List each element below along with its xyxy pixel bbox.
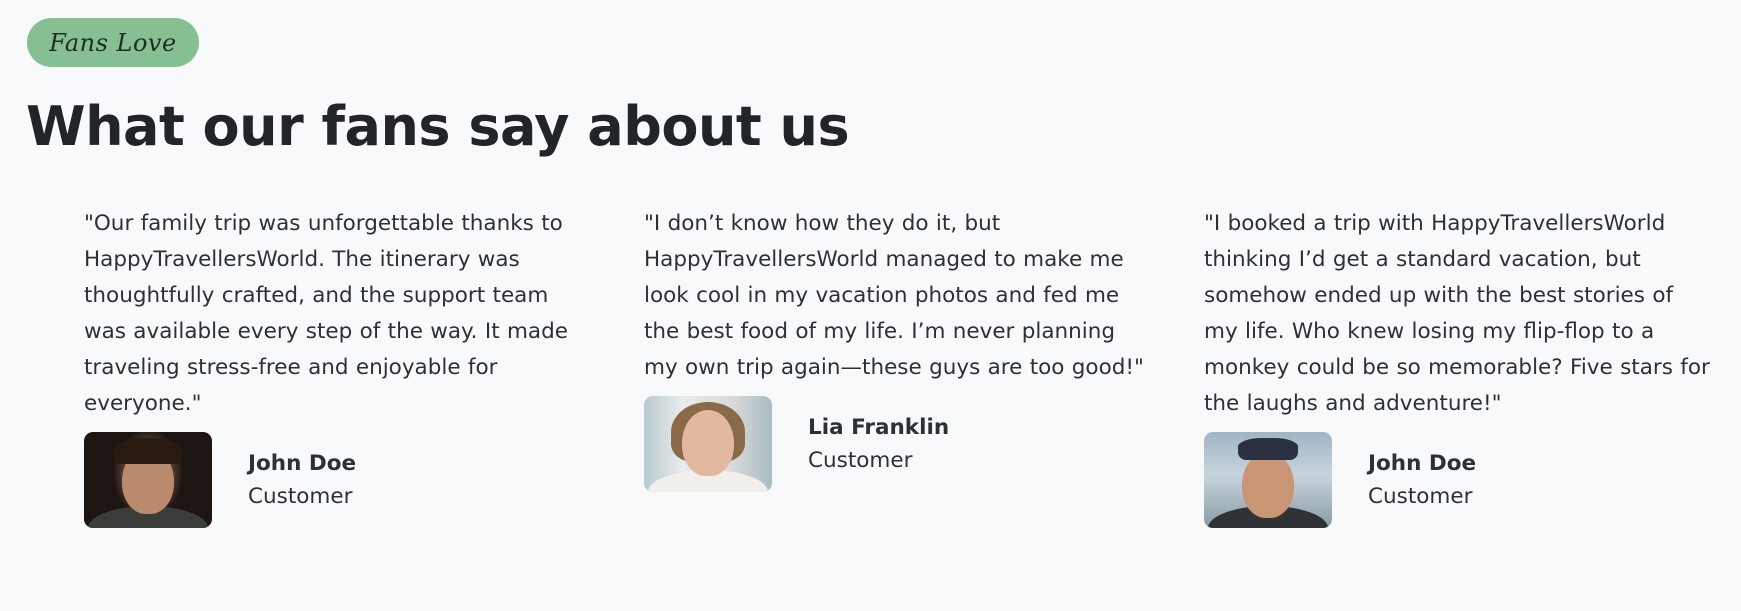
avatar [1204,432,1332,528]
testimonial-quote: "Our family trip was unforgettable thank… [84,211,568,416]
author-role: Customer [248,484,353,509]
section-heading: What our fans say about us [26,95,850,158]
author-info: John Doe Customer [248,447,356,513]
testimonial-card: "I don’t know how they do it, but HappyT… [644,206,1154,492]
author-role: Customer [1368,484,1473,509]
testimonial-quote: "I booked a trip with HappyTravellersWor… [1204,211,1710,416]
testimonial-card: "Our family trip was unforgettable thank… [84,206,594,528]
author-info: John Doe Customer [1368,447,1476,513]
avatar [644,396,772,492]
testimonial-quote: "I don’t know how they do it, but HappyT… [644,211,1144,380]
testimonial-card: "I booked a trip with HappyTravellersWor… [1204,206,1714,528]
author-name: John Doe [1368,451,1477,476]
avatar [84,432,212,528]
author-name: John Doe [248,451,357,476]
author-info: Lia Franklin Customer [808,411,949,477]
testimonials-section: Fans Love What our fans say about us "Ou… [0,0,1741,611]
testimonial-author: John Doe Customer [84,432,594,528]
testimonial-author: Lia Franklin Customer [644,396,1154,492]
author-name: Lia Franklin [808,415,950,440]
author-role: Customer [808,448,913,473]
testimonial-author: John Doe Customer [1204,432,1714,528]
section-badge: Fans Love [27,18,199,67]
